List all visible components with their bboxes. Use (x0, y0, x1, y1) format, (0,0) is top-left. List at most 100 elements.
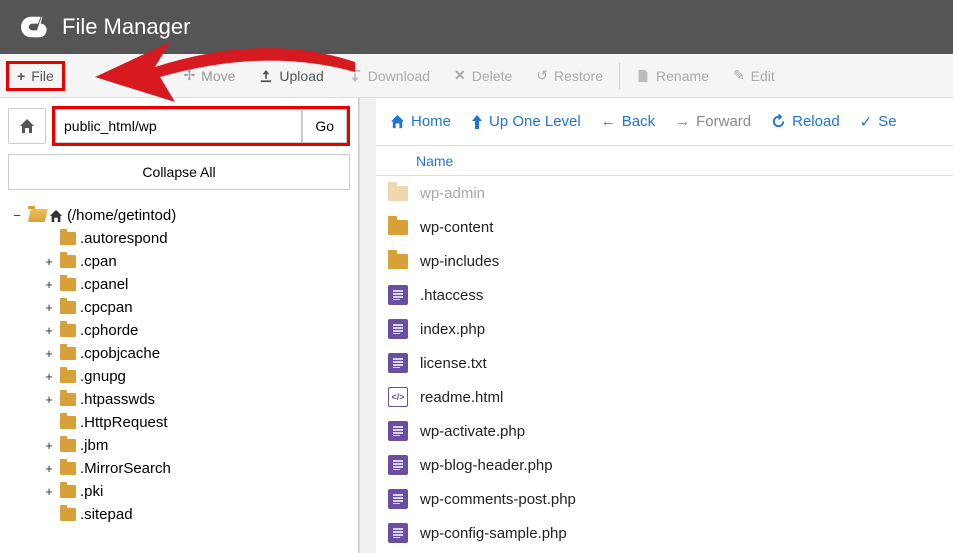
file-icon (388, 319, 408, 339)
tree-item[interactable]: +.cphorde (10, 319, 348, 342)
path-input[interactable] (55, 109, 302, 143)
home-icon (19, 118, 35, 134)
restore-icon: ↺ (536, 67, 548, 84)
file-icon (388, 421, 408, 441)
tree-item[interactable]: +.cpan (10, 250, 348, 273)
cpanel-logo-icon (16, 10, 50, 44)
tree-item[interactable]: +.pki (10, 480, 348, 503)
nav-back[interactable]: ← Back (601, 113, 655, 130)
tree-item[interactable]: +.cpcpan (10, 296, 348, 319)
expand-icon[interactable]: + (42, 323, 56, 338)
table-header: Name (376, 146, 953, 176)
file-name: .htaccess (420, 287, 483, 304)
folder-icon (60, 278, 76, 291)
up-icon (471, 115, 483, 129)
expand-icon[interactable]: + (42, 461, 56, 476)
plus-icon: + (17, 68, 25, 84)
edit-icon: ✎ (733, 67, 745, 84)
nav-reload[interactable]: Reload (771, 113, 840, 130)
sidebar: Go Collapse All − (/home/getintod) .auto… (0, 98, 359, 553)
folder-icon (60, 416, 76, 429)
delete-label: Delete (472, 68, 512, 84)
nav-home-label: Home (411, 113, 451, 130)
file-row[interactable]: license.txt (376, 346, 953, 380)
file-row[interactable]: </>readme.html (376, 380, 953, 414)
edit-label: Edit (751, 68, 775, 84)
nav-home[interactable]: Home (390, 113, 451, 130)
folder-icon (60, 393, 76, 406)
column-name[interactable]: Name (416, 153, 453, 169)
tree-item[interactable]: + .gnupg (10, 365, 348, 388)
tree-item-label: .jbm (80, 437, 108, 454)
folder-icon (388, 183, 408, 203)
file-row[interactable]: wp-includes (376, 244, 953, 278)
expand-icon[interactable]: + (42, 438, 56, 453)
nav-select-all[interactable]: ✓ Se (860, 113, 897, 131)
tree-item[interactable]: + .cpanel (10, 273, 348, 296)
expand-icon[interactable]: + (42, 392, 56, 407)
file-button[interactable]: + File (6, 61, 65, 91)
file-row[interactable]: index.php (376, 312, 953, 346)
folder-icon (60, 370, 76, 383)
tree-root-label: (/home/getintod) (67, 207, 176, 224)
go-button[interactable]: Go (302, 109, 347, 143)
expand-icon[interactable]: + (42, 346, 56, 361)
file-list: wp-adminwp-contentwp-includes .htaccess in… (376, 176, 953, 550)
folder-icon (60, 485, 76, 498)
tree-item-label: .autorespond (80, 230, 168, 247)
rename-button[interactable]: Rename (624, 60, 721, 92)
file-row[interactable]: wp-admin (376, 176, 953, 210)
expand-icon[interactable]: + (42, 369, 56, 384)
file-name: wp-activate.php (420, 423, 525, 440)
scrollbar[interactable] (359, 98, 376, 553)
file-row[interactable]: wp-comments-post.php (376, 482, 953, 516)
tree-item[interactable]: +.cpobjcache (10, 342, 348, 365)
folder-icon (60, 439, 76, 452)
file-icon (388, 353, 408, 373)
upload-icon (259, 69, 273, 83)
move-label: Move (201, 68, 235, 84)
file-row[interactable]: wp-config-sample.php (376, 516, 953, 550)
rename-label: Rename (656, 68, 709, 84)
tree-item-label: .htpasswds (80, 391, 155, 408)
toolbar: + File Copy ✢ Move Upload Download ✕ Del… (0, 54, 953, 98)
nav-forward-label: Forward (696, 113, 751, 130)
nav-up[interactable]: Up One Level (471, 113, 581, 130)
tree-item[interactable]: + .jbm (10, 434, 348, 457)
restore-button[interactable]: ↺ Restore (524, 59, 615, 92)
collapse-icon[interactable]: − (10, 208, 24, 223)
file-row[interactable]: wp-blog-header.php (376, 448, 953, 482)
home-icon (390, 114, 405, 129)
expand-icon[interactable]: + (42, 254, 56, 269)
file-name: wp-config-sample.php (420, 525, 567, 542)
home-button[interactable] (8, 108, 46, 144)
tree-item[interactable]: +.MirrorSearch (10, 457, 348, 480)
file-row[interactable]: wp-content (376, 210, 953, 244)
edit-button[interactable]: ✎ Edit (721, 59, 787, 92)
file-row[interactable]: .htaccess (376, 278, 953, 312)
collapse-all-button[interactable]: Collapse All (8, 154, 350, 190)
tree-item-label: .cpanel (80, 276, 128, 293)
download-button[interactable]: Download (336, 60, 442, 92)
delete-button[interactable]: ✕ Delete (442, 59, 524, 92)
expand-icon[interactable]: + (42, 277, 56, 292)
upload-button[interactable]: Upload (247, 60, 335, 92)
file-name: readme.html (420, 389, 503, 406)
folder-icon (60, 255, 76, 268)
tree-item[interactable]: .sitepad (10, 503, 348, 526)
folder-icon (60, 324, 76, 337)
nav-reload-label: Reload (792, 113, 840, 130)
tree-item-label: .gnupg (80, 368, 126, 385)
file-row[interactable]: wp-activate.php (376, 414, 953, 448)
tree-item[interactable]: .autorespond (10, 227, 348, 250)
folder-icon (60, 232, 76, 245)
expand-icon[interactable]: + (42, 300, 56, 315)
tree-item[interactable]: + .htpasswds (10, 388, 348, 411)
tree-root[interactable]: − (/home/getintod) (10, 204, 348, 227)
nav-forward[interactable]: → Forward (675, 113, 751, 130)
restore-label: Restore (554, 68, 603, 84)
expand-icon[interactable]: + (42, 484, 56, 499)
move-button[interactable]: ✢ Move (171, 59, 247, 92)
nav-bar: Home Up One Level ← Back → Forward Reloa… (376, 98, 953, 146)
tree-item[interactable]: .HttpRequest (10, 411, 348, 434)
